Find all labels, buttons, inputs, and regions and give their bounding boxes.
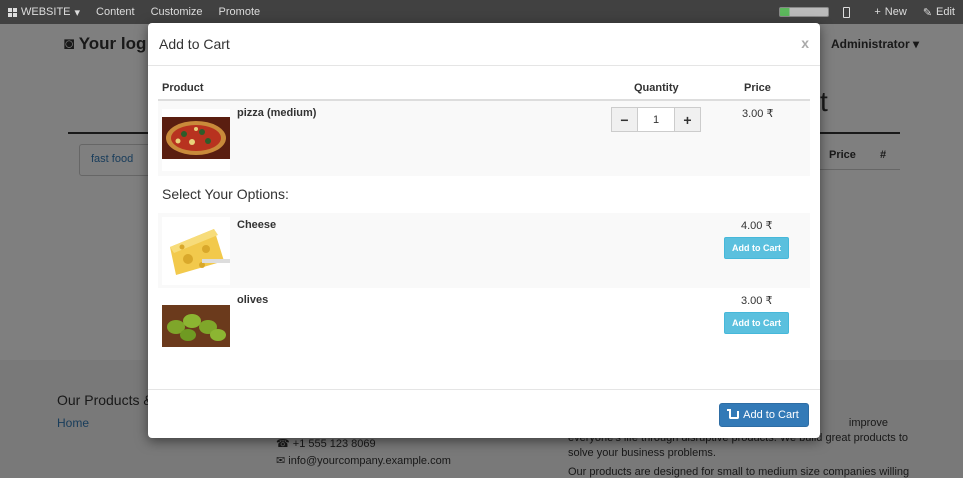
add-to-cart-button[interactable]: Add to Cart bbox=[719, 403, 809, 427]
close-button[interactable]: x bbox=[801, 35, 809, 51]
pizza-image bbox=[162, 109, 230, 171]
olives-picture bbox=[162, 305, 230, 347]
cheese-image bbox=[162, 217, 230, 285]
increase-quantity-button[interactable]: + bbox=[674, 107, 701, 132]
publish-toggle[interactable] bbox=[779, 7, 830, 17]
plus-icon: + bbox=[874, 6, 881, 18]
option-row-cheese: Cheese 4.00 ₹ Add to Cart bbox=[158, 213, 810, 288]
new-button[interactable]: + New bbox=[866, 0, 914, 24]
editor-topbar: WEBSITE ▾ Content Customize Promote + New … bbox=[0, 0, 963, 24]
option-name-olives: olives bbox=[237, 294, 269, 306]
caret-down-icon: ▾ bbox=[74, 6, 81, 19]
header-product: Product bbox=[162, 82, 204, 94]
product-price: 3.00 ₹ bbox=[742, 108, 774, 120]
add-to-cart-modal: Add to Cart x Product Quantity Price piz… bbox=[148, 23, 820, 438]
apps-grid-icon bbox=[8, 7, 17, 17]
options-title: Select Your Options: bbox=[162, 186, 289, 202]
edit-button[interactable]: ✎ Edit bbox=[915, 0, 963, 24]
customize-menu[interactable]: Customize bbox=[143, 0, 211, 24]
option-price-cheese: 4.00 ₹ bbox=[741, 220, 773, 232]
main-product-row: pizza (medium) − 1 + 3.00 ₹ bbox=[158, 101, 810, 176]
minus-icon: − bbox=[620, 111, 629, 128]
product-name: pizza (medium) bbox=[237, 107, 317, 119]
option-row-olives: olives 3.00 ₹ Add to Cart bbox=[158, 288, 810, 363]
quantity-stepper: − 1 + bbox=[611, 107, 701, 132]
pencil-icon: ✎ bbox=[922, 6, 933, 19]
header-price: Price bbox=[744, 82, 771, 94]
mobile-preview-icon[interactable] bbox=[843, 6, 851, 18]
quantity-input[interactable]: 1 bbox=[638, 107, 674, 132]
add-cheese-button[interactable]: Add to Cart bbox=[724, 237, 789, 259]
product-table-header: Product Quantity Price bbox=[158, 81, 810, 101]
header-quantity: Quantity bbox=[634, 82, 679, 94]
pizza-picture bbox=[162, 117, 230, 159]
option-name-cheese: Cheese bbox=[237, 219, 277, 231]
shopping-cart-icon bbox=[727, 409, 740, 419]
website-menu[interactable]: WEBSITE ▾ bbox=[0, 0, 88, 24]
add-olives-button[interactable]: Add to Cart bbox=[724, 312, 789, 334]
promote-menu[interactable]: Promote bbox=[211, 0, 269, 24]
content-menu[interactable]: Content bbox=[88, 0, 143, 24]
option-price-olives: 3.00 ₹ bbox=[741, 295, 773, 307]
plus-icon: + bbox=[683, 111, 692, 128]
olives-image bbox=[162, 305, 230, 347]
modal-title: Add to Cart bbox=[159, 36, 230, 52]
decrease-quantity-button[interactable]: − bbox=[611, 107, 638, 132]
cheese-picture bbox=[170, 229, 230, 275]
modal-footer: Add to Cart bbox=[148, 389, 820, 438]
modal-header: Add to Cart x bbox=[148, 23, 820, 66]
